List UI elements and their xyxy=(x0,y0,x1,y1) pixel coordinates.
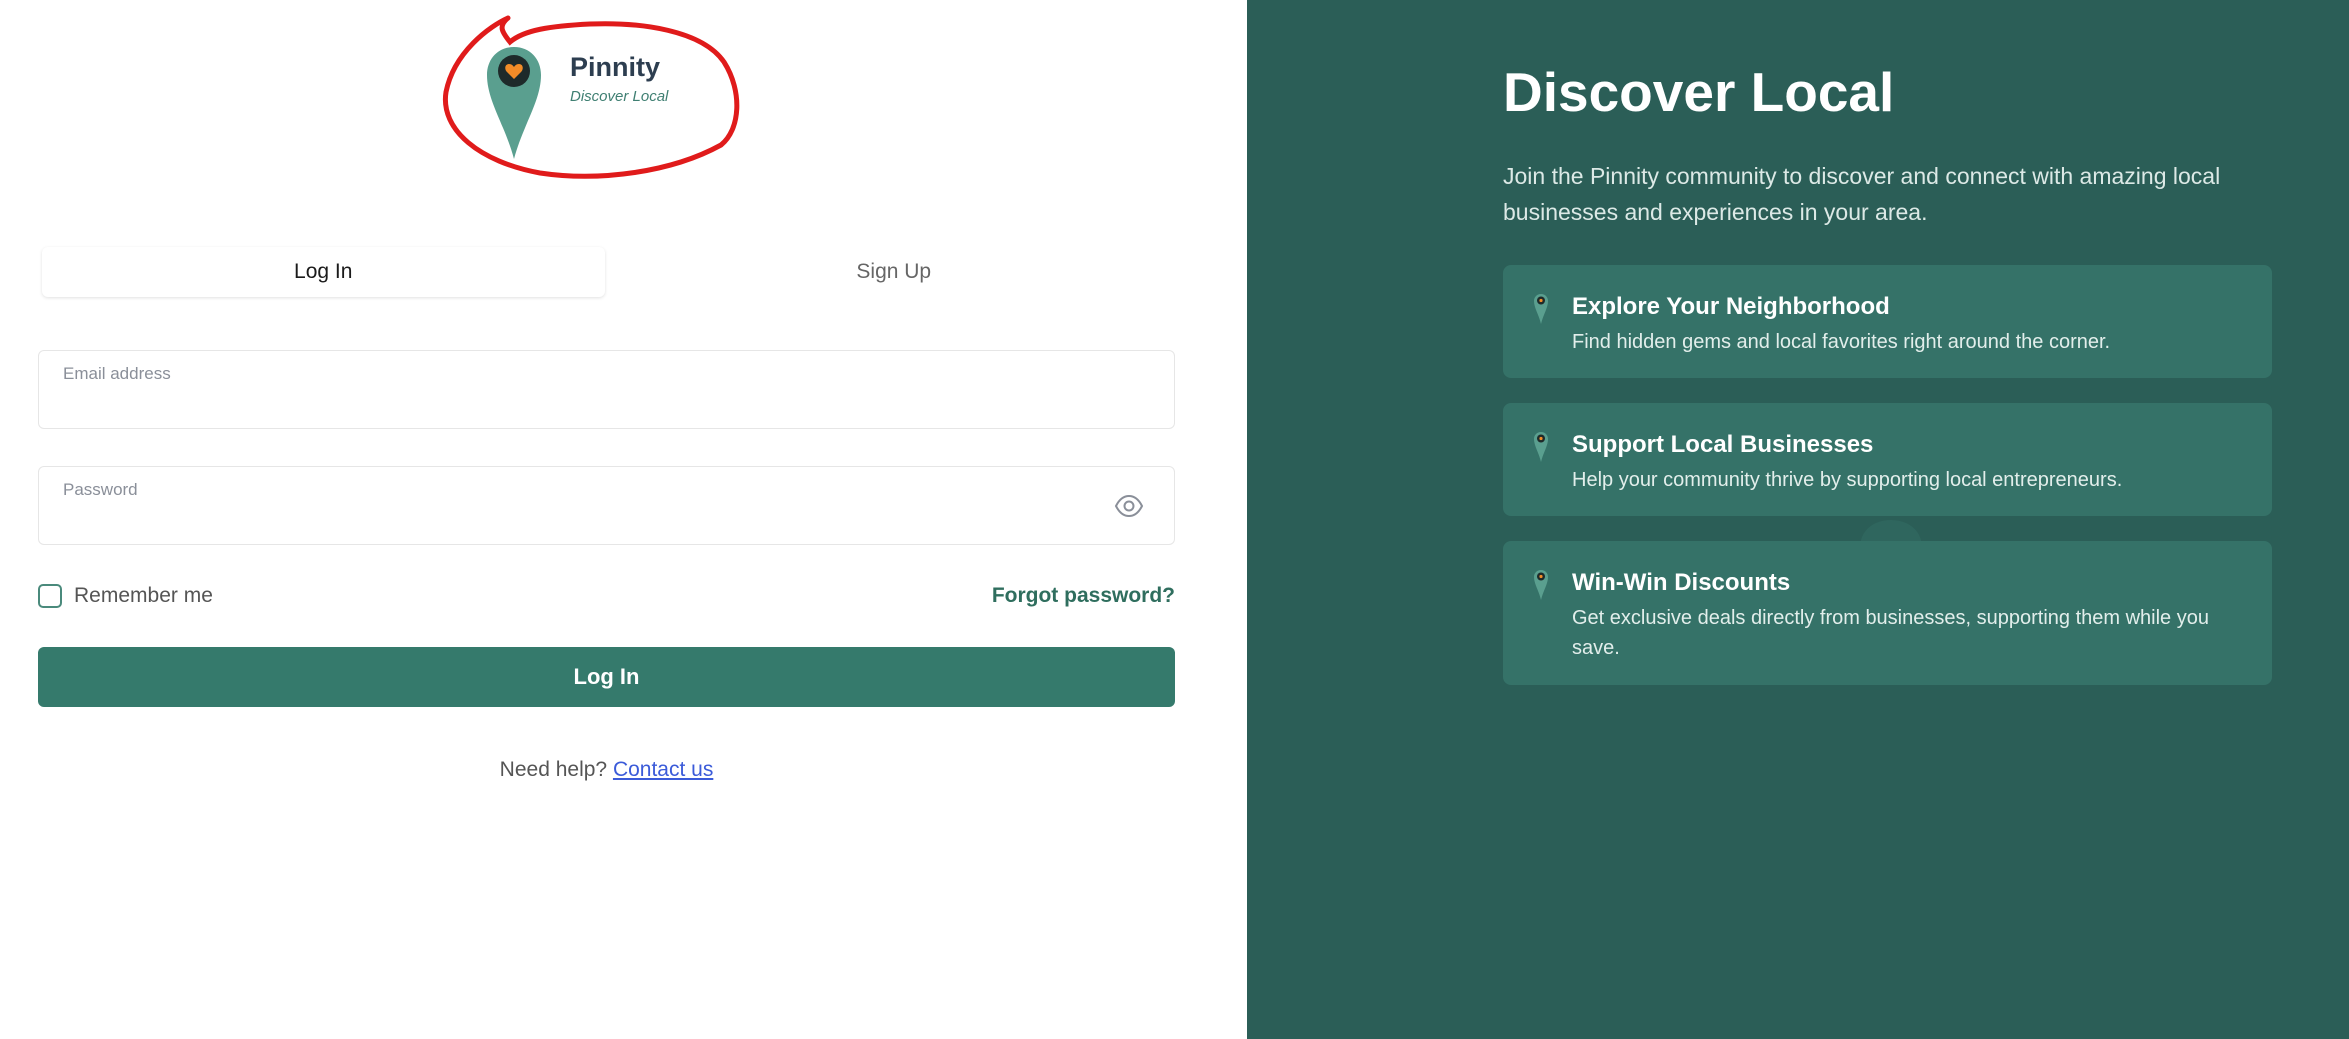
feature-card: Support Local Businesses Help your commu… xyxy=(1503,403,2272,516)
password-input[interactable] xyxy=(61,507,1061,535)
remember-me[interactable]: Remember me xyxy=(38,584,213,608)
map-pin-icon xyxy=(487,47,541,159)
brand-logo: Pinnity Discover Local xyxy=(440,12,740,182)
feature-title: Support Local Businesses xyxy=(1572,431,1874,458)
auth-tabs: Log In Sign Up xyxy=(42,247,1175,297)
tab-sign-up[interactable]: Sign Up xyxy=(613,247,1176,297)
help-text: Need help? Contact us xyxy=(0,758,1213,782)
feature-description: Help your community thrive by supporting… xyxy=(1572,469,2123,491)
contact-us-link[interactable]: Contact us xyxy=(613,758,713,781)
promo-panel: Discover Local Join the Pinnity communit… xyxy=(1247,0,2349,1039)
map-pin-icon xyxy=(1534,294,1548,324)
hero-description: Join the Pinnity community to discover a… xyxy=(1503,163,2221,225)
remember-label: Remember me xyxy=(74,584,213,607)
password-label: Password xyxy=(63,480,138,499)
password-field[interactable]: Password xyxy=(38,466,1175,545)
map-pin-icon xyxy=(1534,570,1548,600)
email-label: Email address xyxy=(63,364,171,383)
feature-description: Get exclusive deals directly from busine… xyxy=(1572,607,2209,659)
feature-card: Win-Win Discounts Get exclusive deals di… xyxy=(1503,541,2272,685)
forgot-password-link[interactable]: Forgot password? xyxy=(992,584,1175,608)
remember-checkbox[interactable] xyxy=(38,584,62,608)
brand-tagline: Discover Local xyxy=(570,88,669,105)
eye-icon[interactable] xyxy=(1114,493,1144,519)
email-field[interactable]: Email address xyxy=(38,350,1175,429)
help-prefix: Need help? xyxy=(499,758,608,781)
email-input[interactable] xyxy=(61,391,1061,419)
map-pin-icon xyxy=(1534,432,1548,462)
hero-title: Discover Local xyxy=(1503,61,1895,123)
feature-description: Find hidden gems and local favorites rig… xyxy=(1572,331,2111,353)
brand-name: Pinnity xyxy=(570,52,661,82)
login-panel: Pinnity Discover Local Log In Sign Up Em… xyxy=(0,0,1247,1039)
feature-title: Win-Win Discounts xyxy=(1572,569,1791,596)
log-in-button[interactable]: Log In xyxy=(38,647,1175,707)
feature-title: Explore Your Neighborhood xyxy=(1572,293,1890,320)
tab-log-in[interactable]: Log In xyxy=(42,247,605,297)
feature-card: Explore Your Neighborhood Find hidden ge… xyxy=(1503,265,2272,378)
